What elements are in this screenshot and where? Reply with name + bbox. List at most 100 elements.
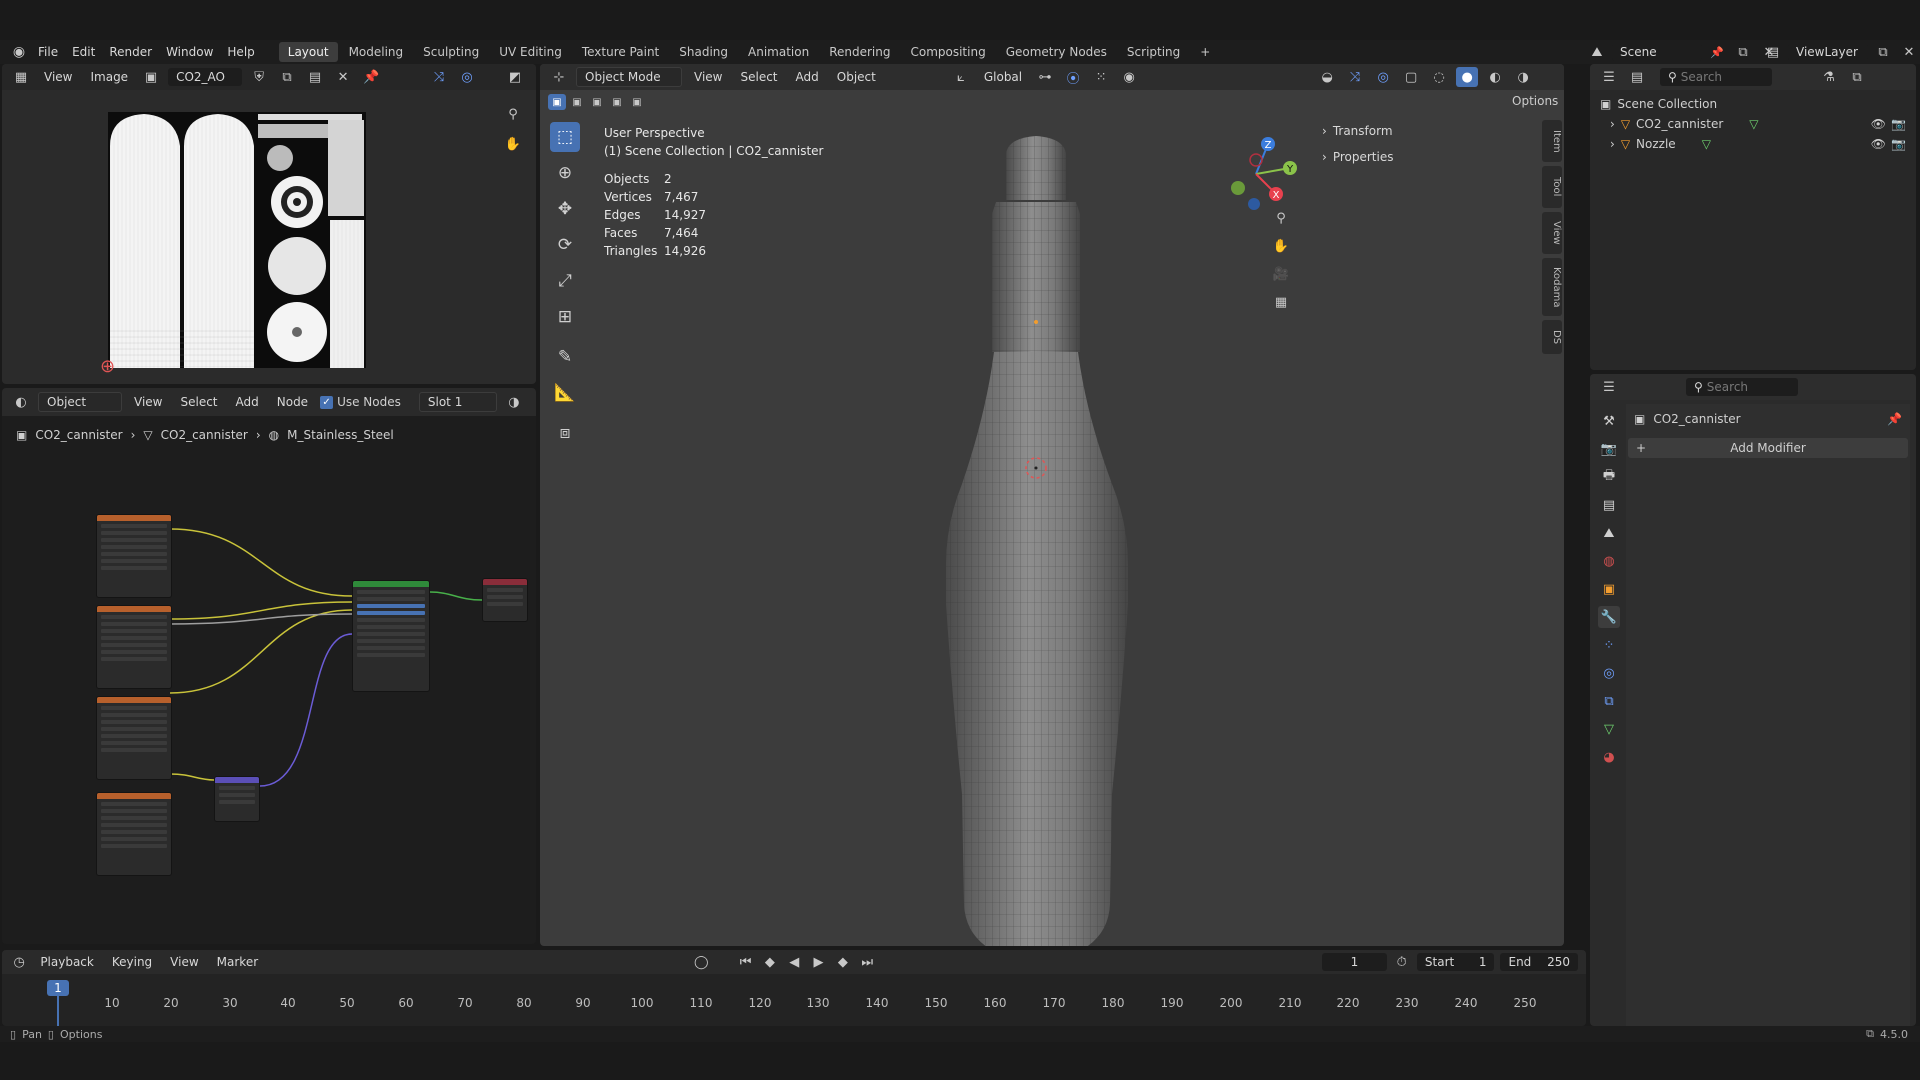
image-menu[interactable]: Image xyxy=(84,68,134,86)
tab-layout[interactable]: Layout xyxy=(278,42,338,62)
play-icon[interactable]: ▶ xyxy=(809,952,827,972)
unlink-image-icon[interactable]: ✕ xyxy=(332,67,354,87)
add-modifier-button[interactable]: + Add Modifier xyxy=(1628,438,1908,458)
mode-dropdown[interactable]: Object Mode xyxy=(576,67,682,87)
outliner-item[interactable]: › ▽ Nozzle ▽ 👁 📷 xyxy=(1600,134,1916,154)
image-browse-icon[interactable]: ▣ xyxy=(140,67,162,87)
tab-geometry-nodes[interactable]: Geometry Nodes xyxy=(997,42,1116,62)
tab-scripting[interactable]: Scripting xyxy=(1118,42,1189,62)
zoom-icon[interactable]: ⚲ xyxy=(1270,208,1292,228)
world-props-icon[interactable]: ◍ xyxy=(1598,550,1620,572)
viewport-view-menu[interactable]: View xyxy=(688,68,728,86)
duplicate-image-icon[interactable]: ⧉ xyxy=(276,67,298,87)
clock-icon[interactable]: ⏱ xyxy=(1393,952,1411,972)
playhead[interactable]: 1 xyxy=(47,980,69,996)
pin-image-icon[interactable]: 📌 xyxy=(360,67,382,87)
data-props-icon[interactable]: ▽ xyxy=(1598,718,1620,740)
tab-animation[interactable]: Animation xyxy=(739,42,818,62)
blender-logo-icon[interactable]: ◉ xyxy=(8,42,30,62)
menu-help[interactable]: Help xyxy=(221,43,260,61)
pin-icon[interactable]: 📌 xyxy=(1887,412,1902,426)
tab-item[interactable]: Item xyxy=(1542,120,1562,162)
outliner-item[interactable]: › ▽ CO2_cannister ▽ 👁 📷 xyxy=(1600,114,1916,134)
tab-texture-paint[interactable]: Texture Paint xyxy=(573,42,668,62)
select-box-invert-icon[interactable]: ▣ xyxy=(608,94,626,110)
physics-props-icon[interactable]: ◎ xyxy=(1598,662,1620,684)
add-workspace-button[interactable]: + xyxy=(1191,42,1219,62)
render-camera-icon[interactable]: 📷 xyxy=(1891,117,1906,131)
tab-kodama[interactable]: Kodama xyxy=(1542,258,1562,316)
pan-hand-icon[interactable]: ✋ xyxy=(502,134,524,154)
new-collection-icon[interactable]: ⧉ xyxy=(1846,67,1868,87)
delete-viewlayer-icon[interactable]: ✕ xyxy=(1898,42,1920,62)
particle-props-icon[interactable]: ⁘ xyxy=(1598,634,1620,656)
image-texture-node-normal[interactable] xyxy=(96,792,172,876)
modifier-props-icon[interactable]: 🔧 xyxy=(1598,606,1620,628)
gizmo-toggle-icon[interactable]: ⤨ xyxy=(1344,67,1366,87)
play-reverse-icon[interactable]: ◀ xyxy=(785,952,803,972)
annotate-tool-icon[interactable]: ✎ xyxy=(550,342,580,372)
overlay-toggle-icon[interactable]: ◎ xyxy=(1372,67,1394,87)
scene-icon[interactable]: ⛰ xyxy=(1586,42,1608,62)
editor-type-icon[interactable]: ☰ xyxy=(1598,67,1620,87)
panel-properties[interactable]: › Properties xyxy=(1322,144,1548,170)
normal-map-node[interactable] xyxy=(214,776,260,822)
cursor-tool-icon[interactable]: ⊕ xyxy=(550,158,580,188)
proportional-edit-icon[interactable]: ◉ xyxy=(1118,67,1140,87)
constraint-props-icon[interactable]: ⧉ xyxy=(1598,690,1620,712)
select-box-new-icon[interactable]: ▣ xyxy=(548,94,566,110)
co2-cannister-mesh[interactable] xyxy=(936,134,1136,946)
3d-viewport[interactable]: ⊹ Object Mode View Select Add Object ⟀ G… xyxy=(540,64,1564,946)
render-props-icon[interactable]: 📷 xyxy=(1598,438,1620,460)
viewlayer-name-field[interactable]: ViewLayer xyxy=(1788,43,1868,61)
rotate-tool-icon[interactable]: ⟳ xyxy=(550,230,580,260)
display-channels-icon[interactable]: ◩ xyxy=(504,67,526,87)
tab-view[interactable]: View xyxy=(1542,212,1562,254)
image-texture-node-metallic[interactable] xyxy=(96,605,172,689)
tab-sculpting[interactable]: Sculpting xyxy=(414,42,488,62)
select-box-subtract-icon[interactable]: ▣ xyxy=(588,94,606,110)
viewport-object-menu[interactable]: Object xyxy=(831,68,882,86)
editor-type-icon[interactable]: ◷ xyxy=(10,952,28,972)
menu-edit[interactable]: Edit xyxy=(66,43,101,61)
navigation-gizmo[interactable]: Z Y X xyxy=(1216,132,1300,216)
view-layer-props-icon[interactable]: ▤ xyxy=(1598,494,1620,516)
menu-render[interactable]: Render xyxy=(103,43,158,61)
scene-props-icon[interactable]: ⛰ xyxy=(1598,522,1620,544)
solid-shading-icon[interactable]: ● xyxy=(1456,67,1479,87)
autokey-icon[interactable]: ◯ xyxy=(692,952,710,972)
tab-compositing[interactable]: Compositing xyxy=(901,42,994,62)
tab-shading[interactable]: Shading xyxy=(670,42,737,62)
image-texture-node-roughness[interactable] xyxy=(96,696,172,780)
snap-target-icon[interactable]: ⁙ xyxy=(1090,67,1112,87)
display-mode-icon[interactable]: ▤ xyxy=(1626,67,1648,87)
filter-icon[interactable]: ⚗ xyxy=(1818,67,1840,87)
properties-search-field[interactable]: ⚲ Search xyxy=(1686,378,1798,396)
snap-icon[interactable]: ⦿ xyxy=(1062,67,1084,87)
jump-keyframe-forward-icon[interactable]: ◆ xyxy=(834,952,852,972)
image-texture-node-basecolor[interactable] xyxy=(96,514,172,598)
measure-tool-icon[interactable]: 📐 xyxy=(550,378,580,408)
menu-file[interactable]: File xyxy=(32,43,64,61)
tab-rendering[interactable]: Rendering xyxy=(820,42,899,62)
add-cube-tool-icon[interactable]: ⧈ xyxy=(550,418,580,448)
tab-modeling[interactable]: Modeling xyxy=(340,42,413,62)
end-frame-field[interactable]: End 250 xyxy=(1500,953,1579,971)
rendered-shading-icon[interactable]: ◑ xyxy=(1512,67,1534,87)
select-box-intersect-icon[interactable]: ▣ xyxy=(628,94,646,110)
select-box-extend-icon[interactable]: ▣ xyxy=(568,94,586,110)
image-view-menu[interactable]: View xyxy=(38,68,78,86)
tool-settings-icon[interactable]: ⚒ xyxy=(1598,410,1620,432)
principled-bsdf-node[interactable] xyxy=(352,580,430,692)
editor-type-icon[interactable]: ⊹ xyxy=(548,67,570,87)
camera-view-icon[interactable]: 🎥 xyxy=(1270,264,1292,284)
overlay-icon[interactable]: ◎ xyxy=(456,67,478,87)
orientation-icon[interactable]: ⟀ xyxy=(950,67,972,87)
image-name-field[interactable]: CO2_AO xyxy=(168,68,243,86)
outliner-scene-collection[interactable]: ▣ Scene Collection xyxy=(1600,94,1916,114)
tab-ds[interactable]: DS xyxy=(1542,320,1562,354)
options-dropdown[interactable]: Options xyxy=(1512,94,1558,108)
start-frame-field[interactable]: Start 1 xyxy=(1416,953,1495,971)
object-props-icon[interactable]: ▣ xyxy=(1598,578,1620,600)
jump-end-icon[interactable]: ⏭ xyxy=(858,952,876,972)
